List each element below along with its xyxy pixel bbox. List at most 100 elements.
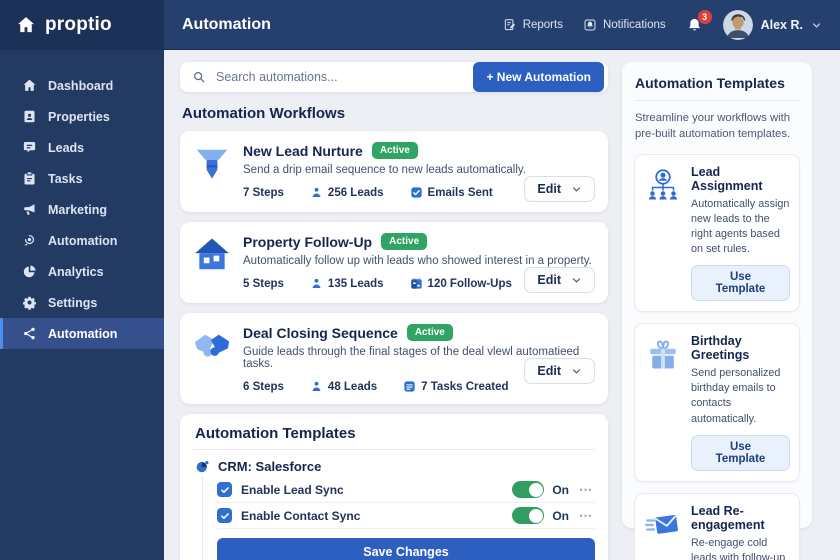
use-template-button[interactable]: Use Template (691, 265, 790, 301)
sidebar-item-marketing[interactable]: Marketing (0, 194, 164, 225)
crm-setting-label: Enable Contact Sync (241, 509, 360, 523)
sidebar-item-label: Tasks (48, 172, 83, 186)
stat-text: 7 Tasks Created (421, 381, 508, 393)
template-title: Lead Re-engagement (691, 504, 790, 532)
search-bar: + New Automation (180, 62, 608, 92)
checkbox[interactable] (217, 508, 232, 523)
sidebar-item-properties[interactable]: Properties (0, 101, 164, 132)
template-card: Birthday GreetingsSend personalized birt… (634, 323, 800, 481)
sidebar-item-automation[interactable]: Automation (0, 225, 164, 256)
sidebar-item-label: Dashboard (48, 79, 113, 93)
sidebar-item-label: Settings (48, 296, 97, 310)
org-chart-icon (644, 165, 682, 301)
crm-group-body: Enable Lead Sync On ⋯ Enable Contact Sync On… (202, 477, 595, 560)
template-description: Re-engage cold leads with follow-up emai… (691, 536, 790, 560)
sidebar-item-tasks[interactable]: Tasks (0, 163, 164, 194)
edit-button[interactable]: Edit (524, 358, 595, 384)
sidebar-item-automation-2[interactable]: Automation (0, 318, 164, 349)
templates-panel-heading: Automation Templates (635, 75, 800, 91)
edit-button[interactable]: Edit (524, 267, 595, 293)
report-icon (503, 18, 517, 32)
row-menu-button[interactable]: ⋯ (577, 508, 595, 524)
workflows-heading: Automation Workflows (182, 105, 608, 122)
marketing-icon (21, 202, 37, 217)
row-menu-button[interactable]: ⋯ (577, 482, 595, 498)
workflow-card: New Lead NurtureActiveSend a drip email … (180, 131, 608, 212)
template-card: Lead Re-engagement Re-engage cold leads w… (634, 493, 800, 560)
sidebar-item-label: Marketing (48, 203, 107, 217)
use-template-button[interactable]: Use Template (691, 435, 790, 471)
user-name: Alex R. (761, 18, 803, 32)
workflow-stat: 6 Steps (243, 381, 284, 393)
send-icon (644, 504, 682, 560)
divider (193, 449, 595, 450)
page-title: Automation (182, 16, 271, 34)
crm-group-text: CRM: Salesforce (218, 459, 321, 474)
workflow-stat: 256 Leads (310, 186, 384, 199)
stat-text: 7 Steps (243, 187, 284, 199)
task-icon (403, 380, 416, 393)
toggle-state-label: On (552, 483, 569, 497)
crm-setting-row: Enable Lead Sync On ⋯ (217, 477, 595, 503)
content-column: + New Automation Automation Workflows Ne… (180, 62, 608, 560)
divider (634, 100, 800, 101)
crm-setting-label: Enable Lead Sync (241, 483, 344, 497)
chevron-down-icon (811, 20, 822, 31)
templates-panel: Automation Templates Streamline your wor… (622, 62, 812, 528)
chevron-down-icon (571, 275, 582, 286)
toggle-switch[interactable] (512, 481, 544, 498)
template-card: Lead Assignment Automatically assign new … (634, 154, 800, 312)
workflow-stat: 7 Steps (243, 187, 284, 199)
search-icon (192, 70, 206, 84)
templates-panel-subtitle: Streamline your workflows with pre-built… (635, 110, 800, 143)
stat-text: 135 Leads (328, 278, 384, 290)
sidebar-item-label: Automation (48, 327, 117, 341)
template-title: Lead Assignment (691, 165, 790, 193)
new-automation-button[interactable]: + New Automation (473, 62, 604, 92)
stat-text: 256 Leads (328, 187, 384, 199)
notifications-label: Notifications (603, 19, 666, 31)
user-menu[interactable]: Alex R. (723, 10, 822, 40)
calendar-icon (410, 277, 423, 290)
reports-link[interactable]: Reports (503, 18, 563, 32)
logo[interactable]: proptio (0, 0, 164, 50)
workflow-stat: Emails Sent (410, 186, 493, 199)
notifications-link[interactable]: Notifications (583, 18, 666, 32)
save-changes-button[interactable]: Save Changes (217, 538, 595, 560)
avatar (723, 10, 753, 40)
bell-button[interactable]: 3 (686, 17, 703, 34)
logo-text: proptio (45, 14, 112, 36)
toggle-state-label: On (552, 509, 569, 523)
reports-label: Reports (523, 19, 563, 31)
analytics-icon (21, 264, 37, 279)
stat-text: 5 Steps (243, 278, 284, 290)
workflow-title: New Lead Nurture (243, 143, 363, 159)
search-input[interactable] (214, 69, 465, 85)
sidebar-item-settings[interactable]: Settings (0, 287, 164, 318)
checkbox[interactable] (217, 482, 232, 497)
sidebar-item-label: Properties (48, 110, 110, 124)
crm-settings-heading: Automation Templates (195, 425, 595, 442)
stat-text: Emails Sent (428, 187, 493, 199)
sidebar: Dashboard Properties Leads Tasks Marketing Au… (0, 50, 164, 560)
sidebar-item-analytics[interactable]: Analytics (0, 256, 164, 287)
edit-label: Edit (537, 273, 561, 287)
template-description: Automatically assign new leads to the ri… (691, 197, 790, 257)
toggle-switch[interactable] (512, 507, 544, 524)
workflow-stat: 120 Follow-Ups (410, 277, 512, 290)
person-icon (310, 186, 323, 199)
status-badge: Active (407, 324, 453, 341)
gift-icon (644, 334, 682, 470)
sidebar-item-dashboard[interactable]: Dashboard (0, 70, 164, 101)
crm-group-label: CRM: Salesforce (195, 459, 595, 474)
sidebar-item-leads[interactable]: Leads (0, 132, 164, 163)
person-icon (310, 380, 323, 393)
status-badge: Active (381, 233, 427, 250)
sidebar-item-label: Automation (48, 234, 117, 248)
crm-setting-row: Enable Contact Sync On ⋯ (217, 503, 595, 529)
crm-settings-card: Automation Templates CRM: Salesforce Ena… (180, 414, 608, 560)
edit-button[interactable]: Edit (524, 176, 595, 202)
status-badge: Active (372, 142, 418, 159)
app-window: proptio Automation Reports Notifications… (0, 0, 840, 560)
template-list: Lead Assignment Automatically assign new … (634, 154, 800, 560)
